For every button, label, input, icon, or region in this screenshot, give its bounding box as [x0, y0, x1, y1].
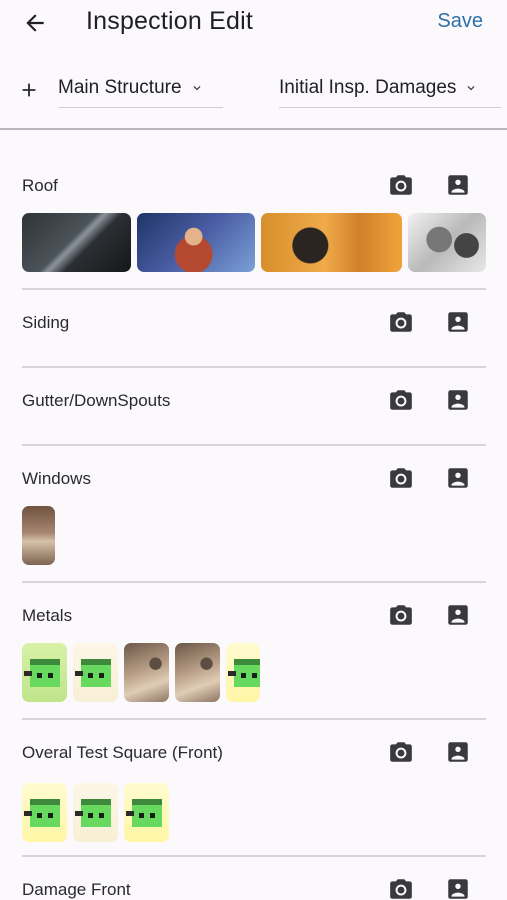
camera-icon[interactable]	[388, 387, 414, 413]
room-photo[interactable]	[175, 643, 220, 702]
damage-type-dropdown-label: Initial Insp. Damages	[279, 76, 457, 98]
green-sprite-photo[interactable]	[73, 643, 118, 702]
filter-bar: Main Structure Initial Insp. Damages	[0, 68, 507, 112]
photo-strip	[22, 643, 262, 702]
comic-faces-photo[interactable]	[408, 213, 486, 272]
photo-library-icon[interactable]	[445, 876, 471, 900]
green-sprite-photo[interactable]	[226, 643, 260, 702]
sprite-graphic	[228, 659, 260, 687]
sprite-graphic	[24, 659, 60, 687]
section-overal-test-square-front: Overal Test Square (Front)	[22, 735, 486, 845]
section-divider	[22, 855, 486, 857]
plus-icon[interactable]	[18, 79, 40, 101]
green-sprite-photo[interactable]	[22, 643, 67, 702]
green-sprite-photo[interactable]	[73, 783, 118, 842]
section-label: Metals	[22, 606, 73, 625]
sprite-graphic	[24, 799, 60, 827]
camera-icon[interactable]	[388, 739, 414, 765]
photo-library-icon[interactable]	[445, 309, 471, 335]
man-drinking-photo[interactable]	[137, 213, 255, 272]
section-label: Damage Front	[22, 880, 131, 899]
sprite-graphic	[126, 799, 162, 827]
section-divider	[22, 718, 486, 720]
photo-library-icon[interactable]	[445, 465, 471, 491]
app-bar: Inspection Edit Save	[0, 0, 507, 46]
camera-icon[interactable]	[388, 309, 414, 335]
section-label: Windows	[22, 469, 91, 488]
section-divider	[22, 444, 486, 446]
green-sprite-photo[interactable]	[22, 783, 67, 842]
save-button[interactable]: Save	[437, 10, 483, 33]
photo-library-icon[interactable]	[445, 387, 471, 413]
section-windows: Windows	[22, 461, 486, 571]
section-label: Gutter/DownSpouts	[22, 391, 171, 410]
chevron-down-icon	[467, 85, 475, 90]
section-metals: Metals	[22, 598, 486, 708]
section-damage-front: Damage Front	[22, 872, 486, 900]
structure-dropdown-label: Main Structure	[58, 76, 182, 98]
photo-strip	[22, 783, 169, 842]
structure-dropdown[interactable]: Main Structure	[58, 68, 223, 108]
space-ship-photo[interactable]	[22, 213, 131, 272]
header-divider	[0, 128, 507, 130]
section-roof: Roof	[22, 168, 486, 278]
camera-icon[interactable]	[388, 172, 414, 198]
photo-library-icon[interactable]	[445, 602, 471, 628]
camera-icon[interactable]	[388, 602, 414, 628]
photo-library-icon[interactable]	[445, 172, 471, 198]
room-photo[interactable]	[22, 506, 55, 565]
damage-type-dropdown[interactable]: Initial Insp. Damages	[279, 68, 501, 108]
section-divider	[22, 288, 486, 290]
sprite-graphic	[75, 799, 111, 827]
sprite-graphic	[75, 659, 111, 687]
orange-scene-photo[interactable]	[261, 213, 402, 272]
page-title: Inspection Edit	[86, 7, 253, 35]
section-divider	[22, 366, 486, 368]
photo-strip	[22, 213, 486, 272]
section-divider	[22, 581, 486, 583]
chevron-down-icon	[193, 85, 201, 90]
room-photo[interactable]	[124, 643, 169, 702]
section-label: Siding	[22, 313, 70, 332]
camera-icon[interactable]	[388, 465, 414, 491]
section-gutter-downspouts: Gutter/DownSpouts	[22, 383, 486, 433]
photo-strip	[22, 506, 55, 565]
camera-icon[interactable]	[388, 876, 414, 900]
section-label: Roof	[22, 176, 58, 195]
section-label: Overal Test Square (Front)	[22, 743, 223, 762]
section-siding: Siding	[22, 305, 486, 355]
green-sprite-photo[interactable]	[124, 783, 169, 842]
arrow-back-icon[interactable]	[22, 10, 48, 36]
photo-library-icon[interactable]	[445, 739, 471, 765]
